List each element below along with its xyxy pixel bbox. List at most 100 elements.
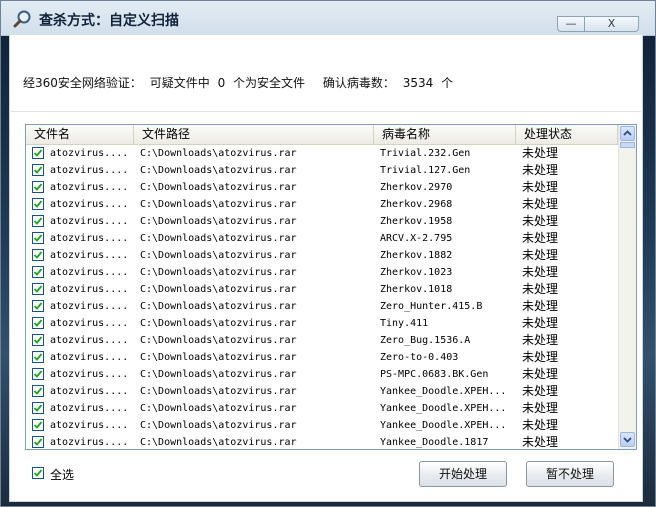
status-cell: 未处理	[522, 282, 559, 296]
file-path-cell: C:\Downloads\atozvirus.rar	[140, 403, 297, 414]
virus-name-cell: Tiny.411	[380, 318, 429, 329]
status-cell: 未处理	[522, 231, 559, 245]
table-row[interactable]: atozvirus.... C:\Downloads\atozvirus.rar Y…	[26, 434, 618, 449]
file-path-cell: C:\Downloads\atozvirus.rar	[140, 284, 297, 295]
title-bar: 查杀方式：自定义扫描 — X	[1, 1, 655, 36]
row-checkbox[interactable]	[32, 334, 44, 346]
virus-name-cell: Yankee_Doodle.XPEH...	[380, 403, 507, 414]
scroll-up-button[interactable]	[620, 126, 635, 141]
table-row[interactable]: atozvirus.... C:\Downloads\atozvirus.rar Z…	[26, 332, 618, 349]
checkmark-icon	[33, 200, 43, 208]
checkmark-icon	[33, 166, 43, 174]
virus-name-cell: Yankee_Doodle.XPEH...	[380, 420, 507, 431]
row-checkbox[interactable]	[32, 198, 44, 210]
virus-name-cell: Zherkov.1958	[380, 216, 453, 227]
file-name-cell: atozvirus....	[50, 301, 129, 312]
table-row[interactable]: atozvirus.... C:\Downloads\atozvirus.rar Z…	[26, 213, 618, 230]
file-path-cell: C:\Downloads\atozvirus.rar	[140, 216, 297, 227]
table-row[interactable]: atozvirus.... C:\Downloads\atozvirus.rar Y…	[26, 383, 618, 400]
row-checkbox[interactable]	[32, 283, 44, 295]
checkmark-icon	[33, 268, 43, 276]
status-cell: 未处理	[522, 146, 559, 160]
virus-name-cell: Yankee_Doodle.1817	[380, 437, 489, 448]
table-row[interactable]: atozvirus.... C:\Downloads\atozvirus.rar Z…	[26, 281, 618, 298]
select-all-label[interactable]: 全选	[50, 466, 74, 483]
file-name-cell: atozvirus....	[50, 182, 129, 193]
status-cell: 未处理	[522, 401, 559, 415]
virus-name-cell: Zero_Hunter.415.B	[380, 301, 483, 312]
checkmark-icon	[33, 438, 43, 446]
file-path-cell: C:\Downloads\atozvirus.rar	[140, 318, 297, 329]
row-checkbox[interactable]	[32, 147, 44, 159]
close-button[interactable]: X	[585, 16, 639, 32]
row-checkbox[interactable]	[32, 249, 44, 261]
start-processing-button[interactable]: 开始处理	[419, 461, 507, 487]
suspicious-prefix: 可疑文件中	[149, 76, 210, 90]
skip-processing-button[interactable]: 暂不处理	[526, 461, 614, 487]
file-path-cell: C:\Downloads\atozvirus.rar	[140, 352, 297, 363]
scroll-thumb[interactable]	[620, 142, 635, 148]
table-row[interactable]: atozvirus.... C:\Downloads\atozvirus.rar Z…	[26, 349, 618, 366]
table-row[interactable]: atozvirus.... C:\Downloads\atozvirus.rar A…	[26, 230, 618, 247]
file-name-cell: atozvirus....	[50, 335, 129, 346]
table-row[interactable]: atozvirus.... C:\Downloads\atozvirus.rar Z…	[26, 179, 618, 196]
row-checkbox[interactable]	[32, 181, 44, 193]
row-checkbox[interactable]	[32, 266, 44, 278]
file-path-cell: C:\Downloads\atozvirus.rar	[140, 437, 297, 448]
virus-name-cell: Zherkov.1023	[380, 267, 453, 278]
chevron-down-icon	[623, 437, 632, 443]
column-header-filename[interactable]: 文件名	[26, 125, 134, 144]
scroll-down-button[interactable]	[620, 432, 635, 447]
confirmed-label: 确认病毒数：	[322, 76, 395, 90]
table-row[interactable]: atozvirus.... C:\Downloads\atozvirus.rar Z…	[26, 196, 618, 213]
row-checkbox[interactable]	[32, 419, 44, 431]
table-row[interactable]: atozvirus.... C:\Downloads\atozvirus.rar T…	[26, 162, 618, 179]
status-cell: 未处理	[522, 418, 559, 432]
virus-unit: 个	[441, 76, 454, 90]
virus-name-cell: Zherkov.2970	[380, 182, 453, 193]
row-checkbox[interactable]	[32, 164, 44, 176]
table-row[interactable]: atozvirus.... C:\Downloads\atozvirus.rar P…	[26, 366, 618, 383]
checkbox[interactable]	[32, 467, 44, 479]
window-title: 查杀方式：自定义扫描	[39, 13, 179, 29]
threat-list: 文件名 文件路径 病毒名称 处理状态 atozvirus.... C:\Downl…	[25, 124, 637, 450]
checkmark-icon	[33, 421, 43, 429]
table-row[interactable]: atozvirus.... C:\Downloads\atozvirus.rar Y…	[26, 400, 618, 417]
virus-count: 3534	[402, 76, 434, 90]
row-checkbox[interactable]	[32, 300, 44, 312]
checkmark-icon	[33, 370, 43, 378]
row-checkbox[interactable]	[32, 402, 44, 414]
file-name-cell: atozvirus....	[50, 199, 129, 210]
file-name-cell: atozvirus....	[50, 352, 129, 363]
file-path-cell: C:\Downloads\atozvirus.rar	[140, 301, 297, 312]
file-name-cell: atozvirus....	[50, 284, 129, 295]
virus-name-cell: Zherkov.1882	[380, 250, 453, 261]
file-name-cell: atozvirus....	[50, 267, 129, 278]
minimize-button[interactable]: —	[557, 16, 585, 32]
table-row[interactable]: atozvirus.... C:\Downloads\atozvirus.rar Y…	[26, 417, 618, 434]
row-checkbox[interactable]	[32, 215, 44, 227]
checkmark-icon	[33, 319, 43, 327]
checkmark-icon	[33, 183, 43, 191]
virus-name-cell: Zero_Bug.1536.A	[380, 335, 471, 346]
table-row[interactable]: atozvirus.... C:\Downloads\atozvirus.rar Z…	[26, 298, 618, 315]
row-checkbox[interactable]	[32, 385, 44, 397]
table-row[interactable]: atozvirus.... C:\Downloads\atozvirus.rar T…	[26, 145, 618, 162]
row-checkbox[interactable]	[32, 368, 44, 380]
row-checkbox[interactable]	[32, 317, 44, 329]
row-checkbox[interactable]	[32, 351, 44, 363]
column-header-filepath[interactable]: 文件路径	[134, 125, 374, 144]
vertical-scrollbar[interactable]	[618, 125, 636, 449]
column-header-status[interactable]: 处理状态	[516, 125, 618, 144]
row-checkbox[interactable]	[32, 436, 44, 448]
row-checkbox[interactable]	[32, 232, 44, 244]
column-header-virus-name[interactable]: 病毒名称	[374, 125, 516, 144]
list-rows: atozvirus.... C:\Downloads\atozvirus.rar T…	[26, 145, 618, 449]
checkmark-icon	[33, 336, 43, 344]
file-name-cell: atozvirus....	[50, 148, 129, 159]
table-row[interactable]: atozvirus.... C:\Downloads\atozvirus.rar T…	[26, 315, 618, 332]
table-row[interactable]: atozvirus.... C:\Downloads\atozvirus.rar Z…	[26, 247, 618, 264]
status-cell: 未处理	[522, 316, 559, 330]
table-row[interactable]: atozvirus.... C:\Downloads\atozvirus.rar Z…	[26, 264, 618, 281]
file-name-cell: atozvirus....	[50, 318, 129, 329]
